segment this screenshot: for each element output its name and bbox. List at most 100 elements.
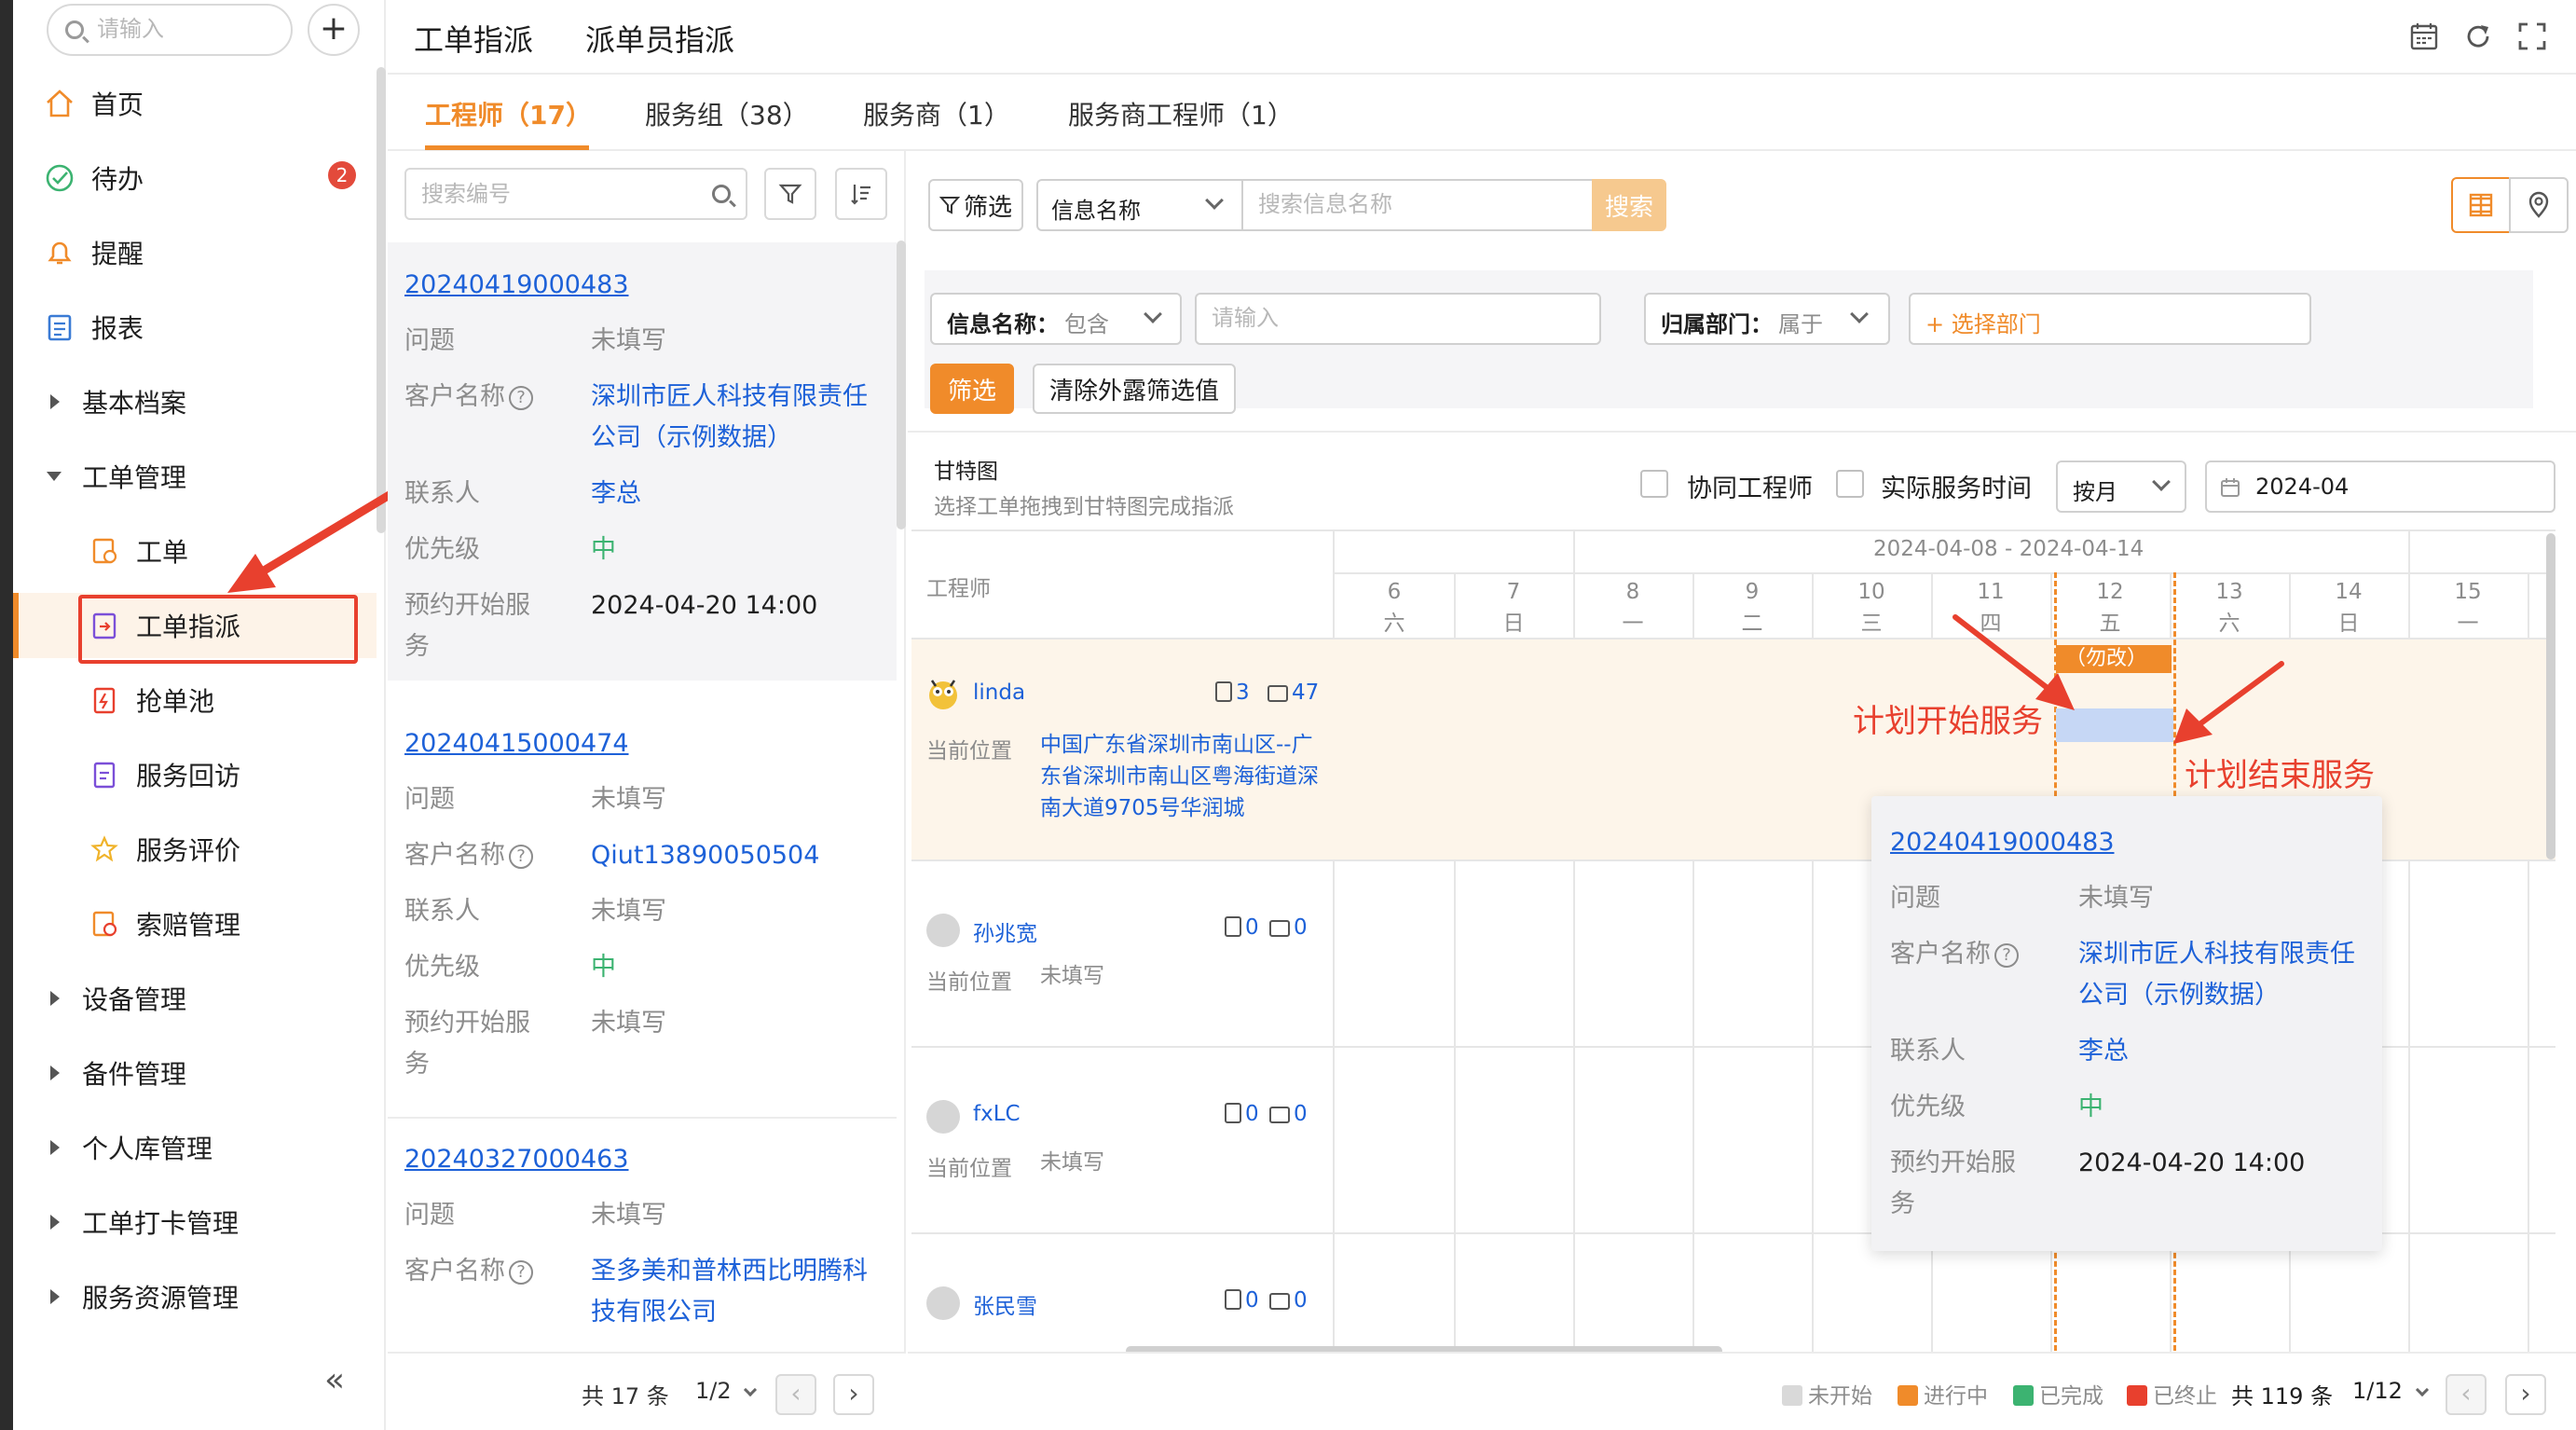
order-search-input[interactable] [421, 179, 701, 211]
actual-time-checkbox[interactable] [1836, 470, 1864, 498]
help-icon[interactable]: ? [509, 1260, 533, 1285]
sidebar-item-reminder[interactable]: 提醒 [13, 220, 377, 285]
order-search[interactable] [404, 168, 747, 220]
engineer-row[interactable]: 张民雪 0 0 [911, 1234, 2555, 1357]
info-search[interactable] [1241, 179, 1594, 231]
tab-order-assign[interactable]: 工单指派 [414, 17, 533, 60]
info-search-input[interactable] [1258, 181, 1572, 229]
filter-field-dept[interactable]: 归属部门： 属于 [1644, 293, 1890, 345]
engineer-name[interactable]: linda [973, 681, 1025, 705]
order-number-link[interactable]: 20240415000474 [404, 729, 629, 758]
problem-value: 未填写 [591, 785, 666, 814]
page-select[interactable]: 1/2 [695, 1378, 758, 1404]
help-icon[interactable]: ? [509, 845, 533, 869]
sidebar-item-home[interactable]: 首页 [13, 71, 377, 136]
day-number: 6 [1387, 580, 1402, 604]
sidebar-item-label: 服务资源管理 [82, 1283, 240, 1313]
field-label: 客户名称? [404, 835, 533, 876]
week-range-label: 2024-04-08 - 2024-04-14 [1873, 537, 2144, 561]
popup-contact[interactable]: 李总 [2078, 1031, 2129, 1072]
weekday: 一 [1622, 612, 1644, 636]
filter-field-name[interactable]: 信息名称： 包含 [930, 293, 1182, 345]
contact-value[interactable]: 李总 [591, 474, 889, 515]
sidebar-item-device-mgmt[interactable]: 设备管理 [13, 966, 377, 1031]
location-label: 当前位置 [926, 970, 1012, 995]
list-scrollbar[interactable] [897, 241, 906, 529]
order-card[interactable]: 20240327000463 问题 未填写 客户名称? 圣多美和普林西比明腾科技… [388, 1119, 897, 1352]
engineer-name[interactable]: 张民雪 [973, 1288, 1037, 1320]
sidebar-item-todo[interactable]: 待办 2 [13, 145, 377, 211]
engineer-name[interactable]: fxLC [973, 1102, 1021, 1126]
sidebar-item-parts-mgmt[interactable]: 备件管理 [13, 1040, 377, 1106]
tab-providers[interactable]: 服务商（1） [863, 95, 1010, 132]
customer-value[interactable]: Qiut13890050504 [591, 835, 889, 876]
sidebar-item-report[interactable]: 报表 [13, 295, 377, 360]
tab-provider-engineers[interactable]: 服务商工程师（1） [1068, 95, 1294, 132]
filter-name-value[interactable] [1195, 293, 1601, 345]
weekday: 三 [1860, 612, 1883, 636]
order-card[interactable]: 20240415000474 问题 未填写 客户名称? Qiut13890050… [388, 701, 897, 1119]
collab-engineer-checkbox[interactable] [1640, 470, 1668, 498]
chevron-down-icon [744, 1382, 758, 1397]
location-value: 未填写 [1040, 1150, 1104, 1175]
page-select[interactable]: 1/12 [2352, 1378, 2429, 1404]
avatar [926, 1286, 960, 1320]
day-number: 7 [1506, 580, 1521, 604]
sidebar-item-service-resources[interactable]: 服务资源管理 [13, 1264, 377, 1329]
calendar-icon [1269, 1293, 1290, 1310]
refresh-icon[interactable] [2462, 21, 2494, 52]
sidebar-search[interactable] [47, 4, 293, 56]
select-department-button[interactable]: + 选择部门 [1909, 293, 2311, 345]
avatar [929, 680, 957, 709]
fullscreen-icon[interactable] [2516, 21, 2548, 52]
clear-filter-button[interactable]: 清除外露筛选值 [1033, 364, 1236, 414]
gantt-v-scrollbar[interactable] [2546, 533, 2555, 859]
sidebar-item-revisit[interactable]: 服务回访 [13, 742, 377, 807]
field-select[interactable]: 信息名称 [1036, 179, 1243, 231]
tab-engineers[interactable]: 工程师（17） [425, 95, 592, 132]
sidebar-item-rating[interactable]: 服务评价 [13, 817, 377, 882]
sidebar-item-label: 服务回访 [136, 761, 241, 791]
sidebar-search-input[interactable] [97, 15, 283, 45]
sidebar-item-basic-files[interactable]: 基本档案 [13, 369, 377, 434]
help-icon[interactable]: ? [509, 386, 533, 410]
popup-order-number[interactable]: 20240419000483 [1890, 828, 2115, 857]
help-icon[interactable]: ? [1994, 943, 2019, 968]
gantt-view-button[interactable] [2451, 177, 2511, 233]
claim-icon [86, 905, 123, 942]
apply-filter-button[interactable]: 筛选 [930, 364, 1014, 414]
customer-value[interactable]: 圣多美和普林西比明腾科技有限公司 [591, 1251, 889, 1333]
tab-dispatcher-assign[interactable]: 派单员指派 [585, 17, 734, 60]
order-number-link[interactable]: 20240419000483 [404, 270, 629, 299]
tab-service-groups[interactable]: 服务组（38） [645, 95, 809, 132]
sidebar-item-grab-pool[interactable]: 抢单池 [13, 667, 377, 733]
next-page-button[interactable]: › [2505, 1374, 2546, 1415]
filter-toggle-button[interactable]: 筛选 [928, 179, 1023, 231]
collapse-sidebar-button[interactable]: « [324, 1361, 345, 1399]
sort-button[interactable] [835, 168, 887, 220]
next-page-button[interactable]: › [833, 1374, 874, 1415]
map-view-button[interactable] [2509, 177, 2569, 233]
prev-page-button[interactable]: ‹ [775, 1374, 816, 1415]
start-time-value: 未填写 [591, 1009, 666, 1038]
month-picker[interactable]: 2024-04 [2205, 461, 2555, 513]
filter-name-input[interactable] [1212, 295, 1574, 343]
caret-right-icon [50, 1215, 60, 1230]
report-icon [41, 309, 78, 346]
search-button[interactable]: 搜索 [1592, 179, 1666, 231]
sidebar-item-checkin-mgmt[interactable]: 工单打卡管理 [13, 1189, 377, 1255]
calendar-icon[interactable] [2408, 21, 2440, 52]
engineer-name[interactable]: 孙兆宽 [973, 915, 1037, 947]
grid-line [1333, 572, 2555, 574]
sidebar-item-claim[interactable]: 索赔管理 [13, 891, 377, 956]
sidebar-item-personal-stock[interactable]: 个人库管理 [13, 1115, 377, 1180]
filter-button[interactable] [764, 168, 816, 220]
add-button[interactable]: + [308, 4, 360, 56]
popup-customer[interactable]: 深圳市匠人科技有限责任公司（示例数据） [2078, 934, 2377, 1016]
legend-in-progress: 进行中 [1898, 1378, 1988, 1409]
customer-value[interactable]: 深圳市匠人科技有限责任公司（示例数据） [591, 377, 889, 459]
order-number-link[interactable]: 20240327000463 [404, 1145, 629, 1174]
order-card[interactable]: 20240419000483 问题 未填写 客户名称? 深圳市匠人科技有限责任公… [388, 242, 897, 681]
prev-page-button[interactable]: ‹ [2446, 1374, 2487, 1415]
period-select[interactable]: 按月 [2056, 461, 2186, 513]
